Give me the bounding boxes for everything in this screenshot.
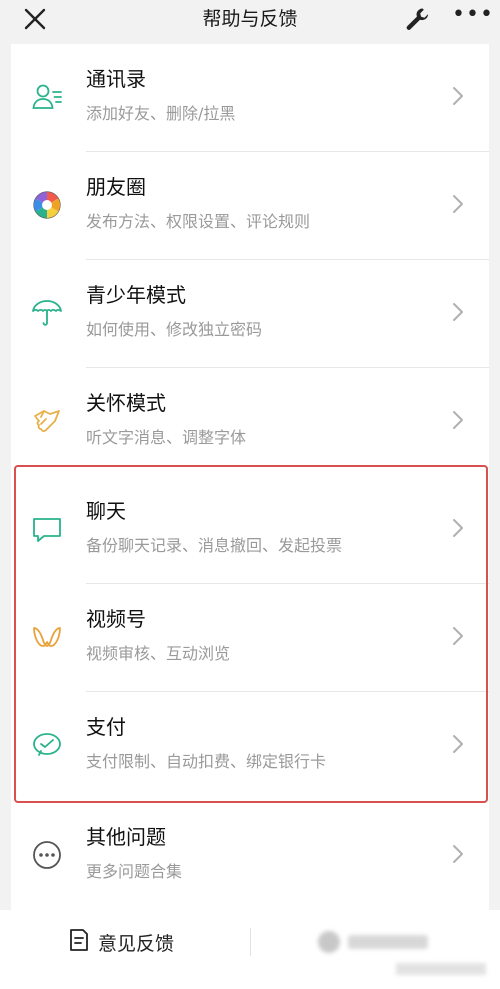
- moments-icon: [30, 188, 64, 222]
- chat-bubble-icon: [30, 512, 64, 546]
- payment-icon: [30, 728, 64, 762]
- help-item-desc: 听文字消息、调整字体: [86, 428, 247, 447]
- help-item-channels[interactable]: 视频号 视频审核、互动浏览: [11, 584, 489, 692]
- more-circle-icon: [30, 838, 64, 872]
- chevron-right-icon: [451, 192, 465, 216]
- contacts-icon: [30, 80, 64, 114]
- wrench-icon[interactable]: [403, 5, 431, 33]
- feedback-label: 意见反馈: [98, 932, 175, 955]
- chevron-right-icon: [451, 300, 465, 324]
- chevron-right-icon: [451, 732, 465, 756]
- help-item-desc: 支付限制、自动扣费、绑定银行卡: [86, 752, 327, 771]
- blurred-icon: [318, 931, 340, 953]
- help-item-chat[interactable]: 聊天 备份聊天记录、消息撤回、发起投票: [11, 476, 489, 584]
- chevron-right-icon: [451, 84, 465, 108]
- help-item-other[interactable]: 其他问题 更多问题合集: [11, 802, 489, 910]
- help-item-desc: 发布方法、权限设置、评论规则: [86, 212, 311, 231]
- help-item-care-mode[interactable]: 关怀模式 听文字消息、调整字体: [11, 368, 489, 476]
- help-item-label: 朋友圈: [86, 175, 146, 199]
- feedback-doc-icon: [68, 928, 90, 956]
- care-icon: [30, 404, 64, 438]
- top-bar: 帮助与反馈 •••: [0, 0, 500, 44]
- feedback-button[interactable]: 意见反馈: [68, 927, 174, 957]
- help-item-contacts[interactable]: 通讯录 添加好友、删除/拉黑: [11, 44, 489, 152]
- help-item-label: 视频号: [86, 607, 146, 631]
- blurred-text: [348, 935, 428, 949]
- help-item-desc: 更多问题合集: [86, 862, 183, 881]
- help-item-payment[interactable]: 支付 支付限制、自动扣费、绑定银行卡: [11, 692, 489, 800]
- help-item-desc: 备份聊天记录、消息撤回、发起投票: [86, 536, 343, 555]
- bottom-bar: 意见反馈: [0, 910, 500, 989]
- help-item-label: 支付: [86, 715, 126, 739]
- channels-icon: [30, 620, 64, 654]
- chevron-right-icon: [451, 624, 465, 648]
- help-item-label: 聊天: [86, 499, 126, 523]
- more-menu-icon[interactable]: •••: [452, 2, 493, 32]
- blurred-footer-button[interactable]: [318, 928, 428, 956]
- help-item-desc: 视频审核、互动浏览: [86, 644, 231, 663]
- help-item-label: 通讯录: [86, 67, 146, 91]
- help-item-label: 青少年模式: [86, 283, 186, 307]
- help-item-desc: 添加好友、删除/拉黑: [86, 104, 236, 123]
- chevron-right-icon: [451, 842, 465, 866]
- chevron-right-icon: [451, 516, 465, 540]
- help-item-label: 其他问题: [86, 825, 166, 849]
- footer-divider: [250, 928, 251, 956]
- chevron-right-icon: [451, 408, 465, 432]
- umbrella-icon: [30, 296, 64, 330]
- help-item-teen-mode[interactable]: 青少年模式 如何使用、修改独立密码: [11, 260, 489, 368]
- help-feedback-page: 帮助与反馈 ••• 通讯录 添加好友、删除/拉黑 朋友圈 发布方法、权限设置、评…: [0, 0, 500, 989]
- help-item-moments[interactable]: 朋友圈 发布方法、权限设置、评论规则: [11, 152, 489, 260]
- help-item-label: 关怀模式: [86, 391, 166, 415]
- help-item-desc: 如何使用、修改独立密码: [86, 320, 263, 339]
- watermark: [396, 963, 486, 975]
